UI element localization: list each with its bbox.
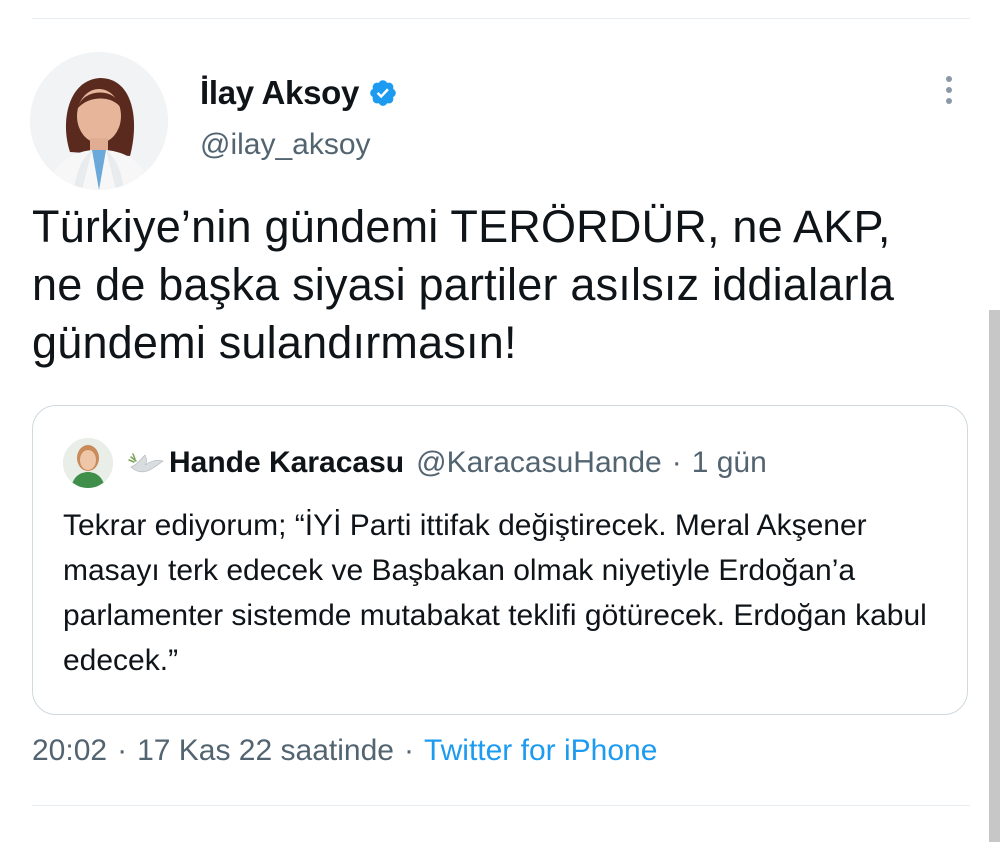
tweet-time[interactable]: 20:02	[32, 734, 107, 767]
quoted-author-display-name[interactable]: Hande Karacasu	[169, 446, 404, 480]
author-avatar[interactable]	[30, 52, 168, 190]
quoted-tweet-text: Tekrar ediyorum; “İYİ Parti ittifak deği…	[63, 509, 927, 677]
verified-badge-icon	[370, 80, 396, 106]
tweet-date[interactable]: 17 Kas 22 saatinde	[137, 734, 394, 767]
meta-separator: ·	[117, 734, 128, 767]
tweet-text: Türkiye’nin gündemi TERÖRDÜR, ne AKP, ne…	[32, 201, 895, 368]
quoted-separator: ·	[671, 446, 682, 479]
quoted-author-handle[interactable]: @KaracasuHande	[416, 446, 662, 480]
author-handle[interactable]: @ilay_aksoy	[200, 128, 371, 162]
tweet-meta: 20:02 · 17 Kas 22 saatinde · Twitter for iPh…	[32, 734, 657, 768]
meta-separator: ·	[403, 734, 414, 767]
quoted-time-ago[interactable]: 1 gün	[692, 446, 767, 480]
bottom-divider	[32, 805, 970, 806]
quoted-author-avatar[interactable]	[63, 438, 113, 488]
scrollbar[interactable]	[989, 310, 1000, 842]
dove-icon	[128, 453, 164, 473]
tweet-source-link[interactable]: Twitter for iPhone	[424, 734, 657, 767]
top-divider	[32, 18, 970, 19]
author-name-row: İlay Aksoy	[200, 74, 398, 112]
quoted-tweet-card[interactable]: Hande Karacasu @KaracasuHande · 1 gün Te…	[32, 405, 968, 715]
more-vertical-icon[interactable]	[940, 76, 958, 110]
author-display-name[interactable]: İlay Aksoy	[200, 74, 359, 112]
quoted-tweet-header: Hande Karacasu @KaracasuHande · 1 gün	[63, 438, 767, 488]
